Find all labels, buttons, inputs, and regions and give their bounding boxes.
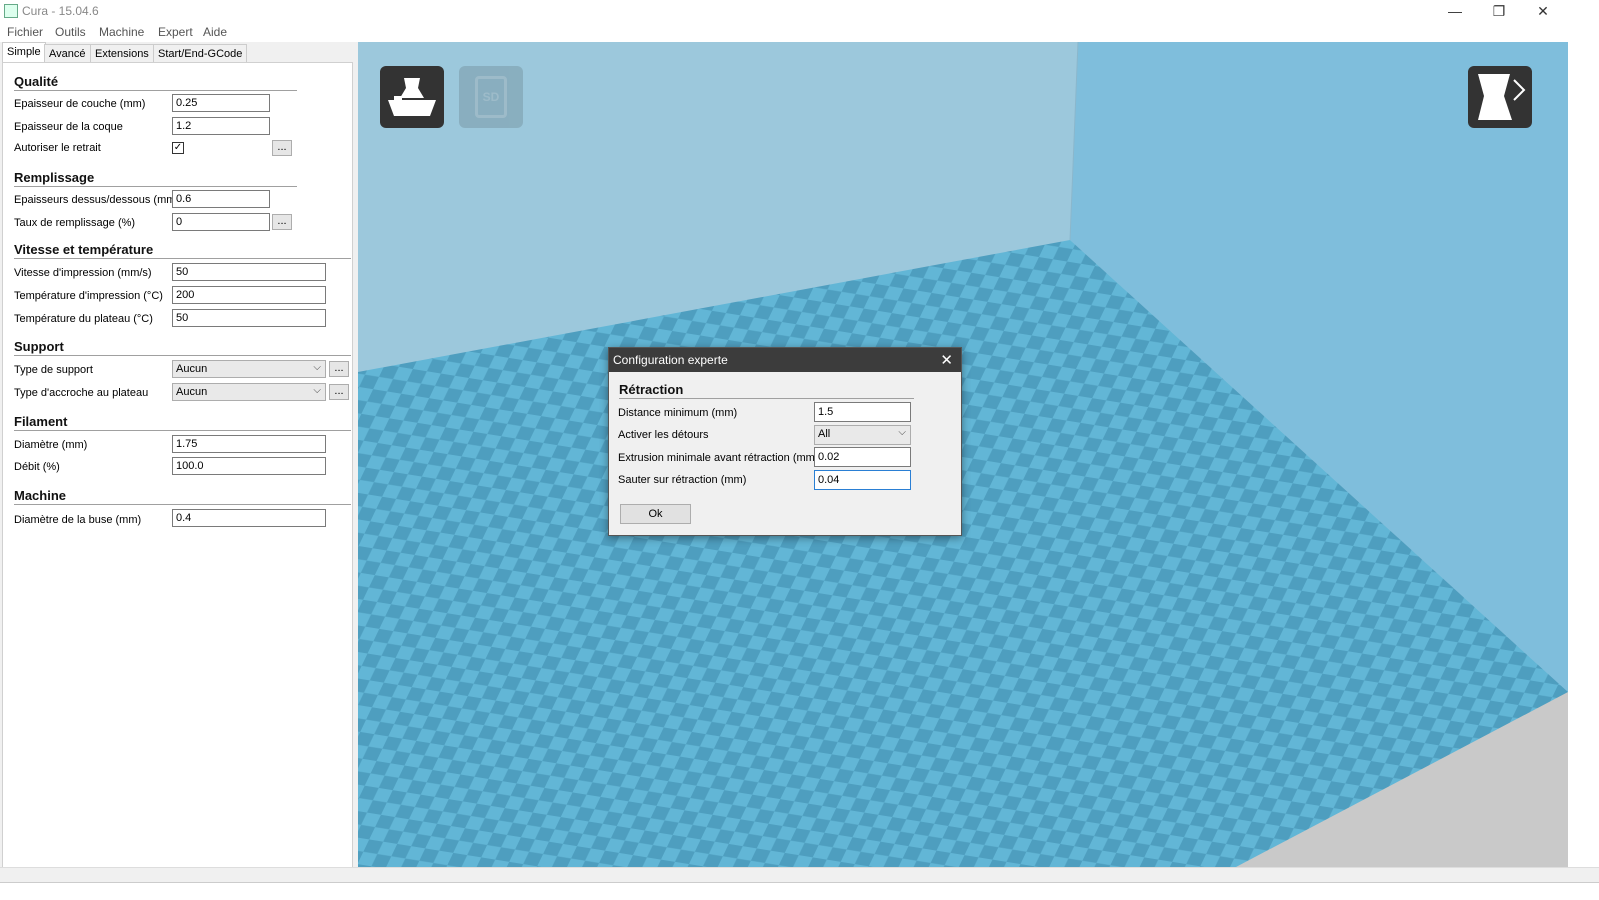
divider	[14, 90, 297, 91]
bed-temp-label: Température du plateau (°C)	[14, 313, 153, 325]
section-filament: Filament	[14, 414, 68, 429]
adhesion-type-label: Type d'accroche au plateau	[14, 387, 149, 399]
shell-thickness-label: Epaisseur de la coque	[14, 121, 123, 133]
flow-input[interactable]	[172, 457, 326, 475]
bed-temp-input[interactable]	[172, 309, 326, 327]
divider	[14, 186, 297, 187]
restore-button[interactable]: ❐	[1476, 0, 1522, 22]
min-extrusion-input[interactable]	[814, 447, 911, 467]
menu-bar: Fichier Outils Machine Expert Aide	[0, 22, 1599, 42]
support-settings-button[interactable]: ...	[329, 361, 349, 377]
chevron-down-icon: ⌵	[898, 427, 906, 438]
chevron-down-icon: ⌵	[313, 385, 321, 396]
section-machine: Machine	[14, 488, 67, 503]
close-window-button[interactable]: ✕	[1520, 0, 1566, 22]
section-vitesse: Vitesse et température	[14, 242, 154, 257]
tab-avance[interactable]: Avancé	[44, 44, 91, 63]
combing-label: Activer les détours	[618, 429, 709, 441]
sd-card-icon: SD	[475, 76, 507, 118]
dialog-close-button[interactable]: ✕	[940, 351, 953, 369]
divider	[14, 355, 351, 356]
build-volume-view	[358, 42, 1568, 867]
section-retraction: Rétraction	[619, 382, 684, 397]
print-temp-label: Température d'impression (°C)	[14, 290, 163, 302]
layer-height-input[interactable]	[172, 94, 270, 112]
bottom-strip	[0, 882, 1599, 900]
divider	[14, 504, 351, 505]
filament-diameter-label: Diamètre (mm)	[14, 439, 88, 451]
tab-extensions[interactable]: Extensions	[90, 44, 154, 63]
adhesion-type-select[interactable]: Aucun ⌵	[172, 383, 326, 401]
flow-label: Débit (%)	[14, 461, 60, 473]
tab-start-end-gcode[interactable]: Start/End-GCode	[153, 44, 248, 63]
menu-aide[interactable]: Aide	[203, 25, 227, 39]
support-type-select[interactable]: Aucun ⌵	[172, 360, 326, 378]
top-bottom-thickness-input[interactable]	[172, 190, 270, 208]
top-bottom-thickness-label: Epaisseurs dessus/dessous (mm)	[14, 194, 180, 206]
section-qualite: Qualité	[14, 74, 59, 89]
section-remplissage: Remplissage	[14, 170, 95, 185]
print-speed-input[interactable]	[172, 263, 326, 281]
expert-config-dialog: Configuration experte ✕ Rétraction Dista…	[608, 347, 962, 536]
ok-button[interactable]: Ok	[620, 504, 691, 524]
menu-fichier[interactable]: Fichier	[7, 25, 43, 39]
load-model-icon	[388, 78, 436, 116]
load-model-button[interactable]	[380, 66, 444, 128]
app-icon	[4, 4, 18, 18]
adhesion-type-value: Aucun	[176, 386, 208, 398]
chevron-down-icon: ⌵	[313, 362, 321, 373]
print-speed-label: Vitesse d'impression (mm/s)	[14, 267, 152, 279]
3d-viewport[interactable]: SD	[358, 42, 1568, 867]
right-gutter	[1568, 42, 1599, 867]
support-type-label: Type de support	[14, 364, 93, 376]
filament-diameter-input[interactable]	[172, 435, 326, 453]
fill-density-input[interactable]	[172, 213, 270, 231]
nozzle-diameter-label: Diamètre de la buse (mm)	[14, 514, 142, 526]
dialog-title-bar: Configuration experte ✕	[609, 348, 961, 372]
menu-machine[interactable]: Machine	[99, 25, 144, 39]
combing-select[interactable]: All ⌵	[814, 425, 911, 445]
z-hop-label: Sauter sur rétraction (mm)	[618, 474, 747, 486]
tab-simple[interactable]: Simple	[2, 42, 46, 63]
retraction-settings-button[interactable]: ...	[272, 140, 292, 156]
settings-panel: Simple Avancé Extensions Start/End-GCode…	[0, 42, 358, 882]
shell-thickness-input[interactable]	[172, 117, 270, 135]
nozzle-diameter-input[interactable]	[172, 509, 326, 527]
view-mode-icon	[1478, 74, 1526, 120]
save-to-sd-button[interactable]: SD	[459, 66, 523, 128]
minimize-button[interactable]: —	[1432, 0, 1478, 22]
layer-height-label: Epaisseur de couche (mm)	[14, 98, 146, 110]
title-bar: Cura - 15.04.6 — ❐ ✕	[0, 0, 1599, 22]
menu-expert[interactable]: Expert	[158, 25, 193, 39]
print-temp-input[interactable]	[172, 286, 326, 304]
combing-value: All	[818, 428, 831, 440]
retraction-checkbox[interactable]: ✓	[172, 142, 184, 154]
min-extrusion-label: Extrusion minimale avant rétraction (mm)	[618, 452, 819, 464]
simple-tab-pane: Qualité Epaisseur de couche (mm) Epaisse…	[2, 62, 353, 868]
section-support: Support	[14, 339, 64, 354]
status-bar	[0, 867, 1599, 883]
divider	[14, 430, 351, 431]
min-distance-input[interactable]	[814, 402, 911, 422]
menu-outils[interactable]: Outils	[55, 25, 86, 39]
fill-density-label: Taux de remplissage (%)	[14, 217, 136, 229]
min-distance-label: Distance minimum (mm)	[618, 407, 738, 419]
window-title: Cura - 15.04.6	[22, 4, 99, 18]
support-type-value: Aucun	[176, 363, 208, 375]
z-hop-input[interactable]	[814, 470, 911, 490]
dialog-title: Configuration experte	[613, 353, 728, 367]
view-mode-button[interactable]	[1468, 66, 1532, 128]
divider	[619, 398, 914, 399]
fill-settings-button[interactable]: ...	[272, 214, 292, 230]
divider	[14, 258, 351, 259]
adhesion-settings-button[interactable]: ...	[329, 384, 349, 400]
retraction-label: Autoriser le retrait	[14, 142, 101, 154]
